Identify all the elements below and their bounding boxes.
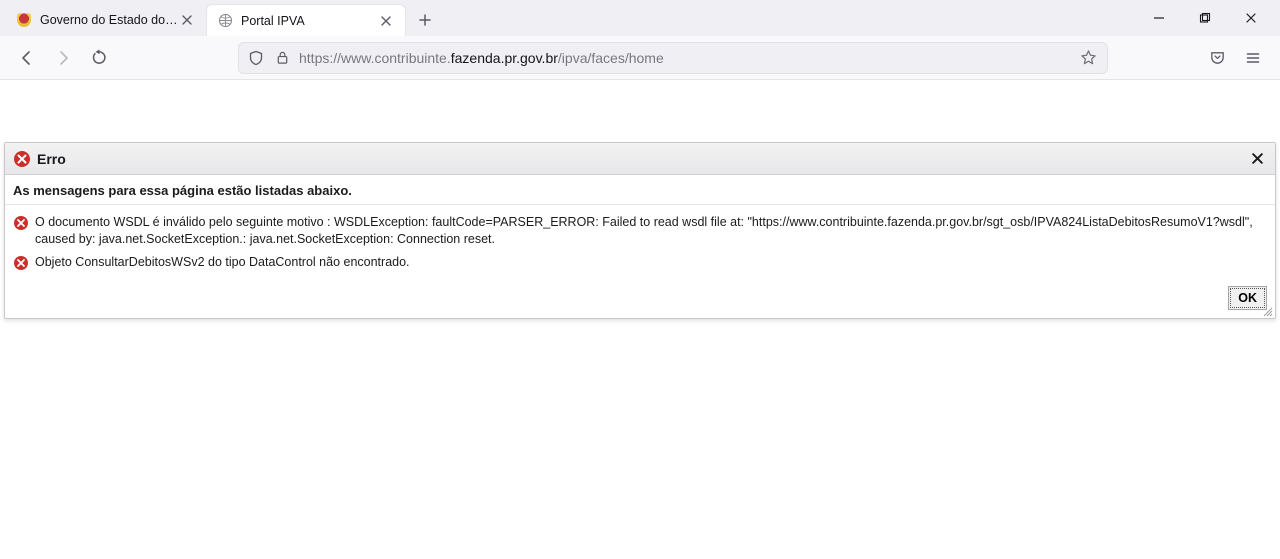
error-bullet-icon [13,255,29,271]
page-viewport: Erro As mensagens para essa página estão… [0,142,1280,319]
reload-button[interactable] [82,41,116,75]
url-bar[interactable]: https://www.contribuinte.fazenda.pr.gov.… [238,42,1108,74]
error-icon [13,150,31,168]
maximize-button[interactable] [1182,0,1228,36]
error-dialog: Erro As mensagens para essa página estão… [4,142,1276,319]
close-icon[interactable] [178,11,196,29]
close-icon[interactable] [377,12,395,30]
new-tab-button[interactable] [410,5,440,35]
url-prefix: https://www.contribuinte. [299,50,451,66]
error-footer: OK [5,280,1275,318]
url-suffix: /ipva/faces/home [558,50,664,66]
error-title: Erro [37,151,66,167]
shield-outline-icon[interactable] [247,49,265,67]
nav-toolbar: https://www.contribuinte.fazenda.pr.gov.… [0,36,1280,80]
error-subtitle: As mensagens para essa página estão list… [5,175,1275,205]
shield-icon [16,12,32,28]
error-message-item: O documento WSDL é inválido pelo seguint… [13,211,1267,251]
tab-strip: Governo do Estado do Paraná Portal IPVA [0,0,1280,36]
bookmark-star-icon[interactable] [1077,47,1099,69]
url-text: https://www.contribuinte.fazenda.pr.gov.… [299,50,1069,66]
tab-portal-ipva[interactable]: Portal IPVA [206,4,406,36]
globe-icon [217,13,233,29]
forward-button[interactable] [46,41,80,75]
tab-title: Portal IPVA [241,14,377,28]
window-controls [1136,0,1274,36]
tab-governo[interactable]: Governo do Estado do Paraná [6,4,206,36]
ok-button[interactable]: OK [1228,286,1267,310]
minimize-button[interactable] [1136,0,1182,36]
app-menu-button[interactable] [1236,41,1270,75]
lock-icon[interactable] [273,49,291,67]
error-message-text: Objeto ConsultarDebitosWSv2 do tipo Data… [35,254,410,271]
back-button[interactable] [10,41,44,75]
error-message-list: O documento WSDL é inválido pelo seguint… [5,205,1275,280]
error-header: Erro [5,143,1275,175]
window-close-button[interactable] [1228,0,1274,36]
error-message-text: O documento WSDL é inválido pelo seguint… [35,214,1267,248]
error-message-item: Objeto ConsultarDebitosWSv2 do tipo Data… [13,251,1267,274]
tab-title: Governo do Estado do Paraná [40,13,178,27]
pocket-icon[interactable] [1200,41,1234,75]
url-host: fazenda.pr.gov.br [451,50,558,66]
error-bullet-icon [13,215,29,231]
close-icon[interactable] [1247,149,1267,169]
